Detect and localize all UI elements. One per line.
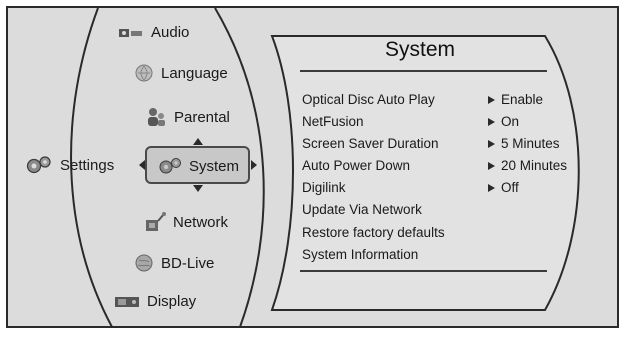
arrow-right-icon [251,160,257,170]
globe-icon [134,253,154,273]
option-auto-power-down[interactable]: Auto Power Down [302,158,410,173]
menu-item-bd-live[interactable]: BD-Live [134,253,214,273]
option-update-via-network[interactable]: Update Via Network [302,202,422,217]
arrow-right-icon [488,95,495,104]
value-digilink[interactable]: Off [488,180,519,195]
network-icon [144,211,166,233]
option-screen-saver-duration[interactable]: Screen Saver Duration [302,136,439,151]
gears-icon [158,156,182,176]
bottom-divider [300,270,547,272]
speaker-icon [118,26,144,40]
option-restore-factory-defaults[interactable]: Restore factory defaults [302,225,445,240]
menu-item-language[interactable]: Language [134,63,228,83]
menu-item-network[interactable]: Network [144,211,228,233]
value-screen-saver-duration[interactable]: 5 Minutes [488,136,560,151]
menu-item-display[interactable]: Display [114,293,196,310]
option-netfusion[interactable]: NetFusion [302,114,364,129]
value-auto-power-down[interactable]: 20 Minutes [488,158,567,173]
menu-item-parental[interactable]: Parental [145,106,230,128]
menu-item-system[interactable]: System [158,156,239,176]
parental-icon [145,106,167,128]
arrow-right-icon [488,117,495,126]
menu-item-audio[interactable]: Audio [118,24,189,41]
arrow-up-icon [193,138,203,145]
arrow-down-icon [193,185,203,192]
option-digilink[interactable]: Digilink [302,180,346,195]
arrow-right-icon [488,139,495,148]
panel-title: System [384,38,455,61]
title-divider [300,70,547,72]
arrow-right-icon [488,161,495,170]
display-icon [114,295,140,309]
option-optical-disc-auto-play[interactable]: Optical Disc Auto Play [302,92,435,107]
language-icon [134,63,154,83]
arrow-right-icon [488,183,495,192]
value-netfusion[interactable]: On [488,114,519,129]
arrow-left-icon [139,160,145,170]
value-optical-disc-auto-play[interactable]: Enable [488,92,543,107]
option-system-information[interactable]: System Information [302,247,418,262]
